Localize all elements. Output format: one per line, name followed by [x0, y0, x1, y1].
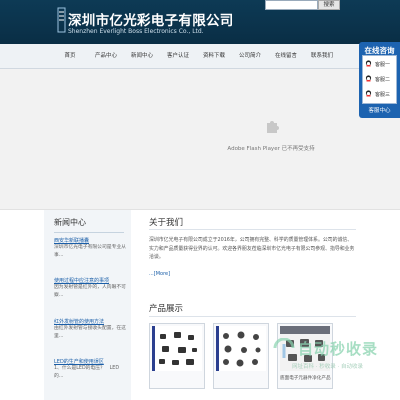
- news-section-title: 新闻中心: [54, 218, 86, 227]
- service-agent-2[interactable]: 客服二: [365, 74, 397, 84]
- news-link[interactable]: 红外发射管的使用方法: [54, 318, 126, 325]
- watermark-subtitle: 网址百科 · 秒收录 · 自动收录: [292, 364, 363, 370]
- service-agent-label: 客服二: [375, 77, 391, 83]
- news-summary: 因为发射管是红外的，人肉眼不可察...: [54, 285, 126, 298]
- nav-item-contact[interactable]: 联系我们: [311, 44, 333, 69]
- news-link[interactable]: 使用过程中应注意的事项: [54, 277, 126, 284]
- qq-avatar-icon: [365, 60, 372, 67]
- service-center-link[interactable]: 客服中心: [359, 106, 400, 117]
- site-header: 深圳市亿光彩电子有限公司 Shenzhen Everlight Boss Ele…: [0, 0, 400, 44]
- nav-item-message[interactable]: 在线留言: [275, 44, 297, 69]
- news-item: 红外发射管的使用方法 由红外发射管与接收头配置，在这里...: [54, 318, 126, 340]
- about-section-title: 关于我们: [149, 218, 184, 228]
- divider: [149, 316, 356, 317]
- company-name-en: Shenzhen Everlight Boss Electronics Co.,…: [68, 28, 204, 35]
- news-item: 使用过程中应注意的事项 因为发射管是红外的，人肉眼不可察...: [54, 277, 126, 299]
- service-agent-label: 客服三: [375, 92, 391, 98]
- search-button[interactable]: 搜索: [318, 0, 340, 10]
- news-sidebar: 新闻中心 西安华新联播囊 深圳市亿光电子有限公司是专业从事... 使用过程中应注…: [44, 210, 131, 400]
- search-input[interactable]: [265, 0, 318, 10]
- products-section-title: 产品展示: [149, 304, 184, 314]
- news-link[interactable]: 西安华新联播囊: [54, 237, 126, 244]
- company-name-cn: 深圳市亿光彩电子有限公司: [68, 13, 234, 29]
- product-card[interactable]: [213, 323, 269, 389]
- news-item: LED的生产和使用误区 1、什么是LED的电压？ LED的...: [54, 358, 126, 380]
- news-summary: 由红外发射管与接收头配置，在这里...: [54, 326, 126, 339]
- service-center-label: 客服中心: [368, 108, 391, 114]
- qq-avatar-icon: [365, 75, 372, 82]
- qq-avatar-icon: [365, 90, 372, 97]
- flash-banner: [0, 69, 400, 210]
- news-summary: 1、什么是LED的电压？ LED的...: [54, 366, 120, 379]
- brand-logo-icon: [57, 7, 66, 33]
- product-card[interactable]: [149, 323, 205, 389]
- nav-item-about[interactable]: 公司简介: [239, 44, 261, 69]
- flash-unsupported-message: Adobe Flash Player 已不再受支持: [227, 146, 315, 152]
- service-agent-label: 客服一: [375, 62, 391, 68]
- online-service-panel: 在线咨询 客服一 客服二 客服三 客服中心: [359, 42, 400, 118]
- service-agent-3[interactable]: 客服三: [365, 89, 397, 99]
- puzzle-plugin-icon: [267, 121, 279, 133]
- watermark-logo-icon: [273, 338, 295, 358]
- watermark: 自动秒收录 网址百科 · 秒收录 · 自动收录: [272, 338, 400, 384]
- product-image: [152, 326, 202, 371]
- service-agent-list: 客服一 客服二 客服三: [362, 55, 397, 104]
- product-image: [216, 326, 266, 371]
- nav-item-products[interactable]: 产品中心: [95, 44, 117, 69]
- about-description: 深圳市亿光电子有限公司成立于2016年，公司拥有完整、科学的质量管理体系。公司的…: [149, 237, 355, 260]
- news-link[interactable]: LED的生产和使用误区: [54, 358, 126, 365]
- news-item: 西安华新联播囊 深圳市亿光电子有限公司是专业从事...: [54, 237, 126, 259]
- watermark-title: 自动秒收录: [298, 340, 379, 358]
- divider: [54, 232, 124, 233]
- nav-item-news[interactable]: 新闻中心: [131, 44, 153, 69]
- about-more-link[interactable]: ...[More]: [149, 271, 170, 277]
- main-nav: 首页 产品中心 新闻中心 客户认证 资料下载 公司简介 在线留言 联系我们: [0, 44, 400, 69]
- nav-item-home[interactable]: 首页: [64, 44, 75, 69]
- service-agent-1[interactable]: 客服一: [365, 59, 397, 69]
- news-summary: 深圳市亿光电子有限公司是专业从事...: [54, 245, 126, 258]
- divider: [149, 229, 356, 230]
- nav-item-downloads[interactable]: 资料下载: [203, 44, 225, 69]
- nav-item-certification[interactable]: 客户认证: [167, 44, 189, 69]
